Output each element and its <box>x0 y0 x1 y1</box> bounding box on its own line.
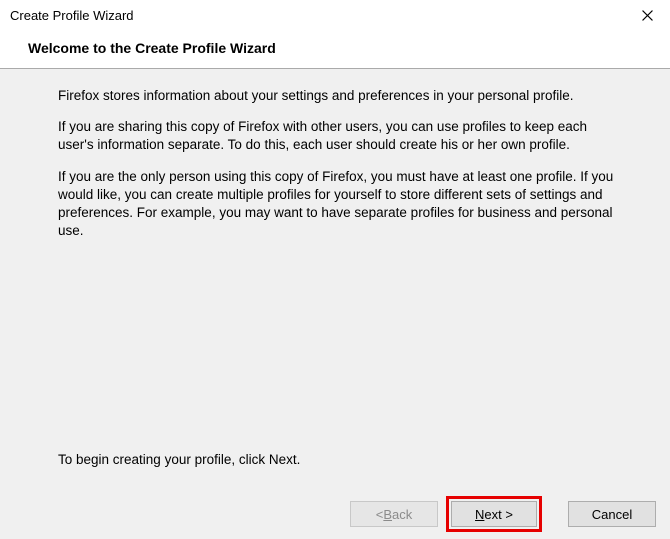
cancel-button[interactable]: Cancel <box>568 501 656 527</box>
next-button-highlight: Next > <box>446 496 542 532</box>
cancel-wrap: Cancel <box>568 501 656 527</box>
back-prefix: < <box>376 507 384 522</box>
next-button[interactable]: Next > <box>451 501 537 527</box>
next-mnemonic: N <box>475 507 484 522</box>
back-button: < Back <box>350 501 438 527</box>
close-icon <box>642 10 653 21</box>
window-title: Create Profile Wizard <box>10 8 134 23</box>
back-mnemonic: B <box>383 507 392 522</box>
next-rest: ext > <box>484 507 513 522</box>
begin-instruction: To begin creating your profile, click Ne… <box>58 452 300 467</box>
titlebar: Create Profile Wizard <box>0 0 670 30</box>
paragraph-single-user: If you are the only person using this co… <box>58 168 622 241</box>
paragraph-sharing: If you are sharing this copy of Firefox … <box>58 118 622 154</box>
paragraph-intro: Firefox stores information about your se… <box>58 87 622 105</box>
button-bar: < Back Next > Cancel <box>0 489 670 539</box>
close-button[interactable] <box>624 0 670 30</box>
back-rest: ack <box>392 507 412 522</box>
wizard-header: Welcome to the Create Profile Wizard <box>0 30 670 69</box>
content-area: Firefox stores information about your se… <box>0 69 670 489</box>
